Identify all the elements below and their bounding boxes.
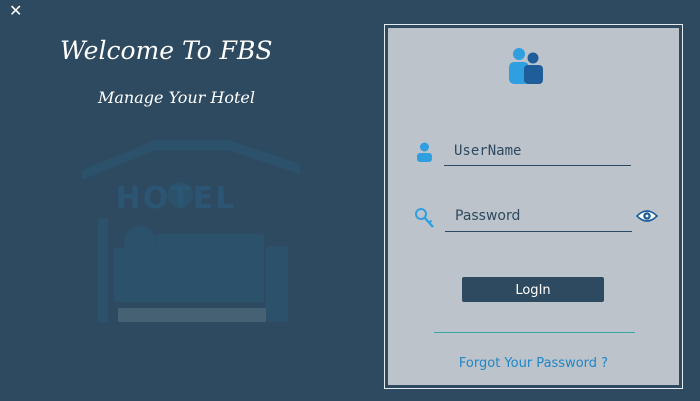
close-button[interactable]: ✕ (9, 2, 22, 20)
username-input[interactable] (454, 141, 630, 161)
login-button[interactable]: LogIn (462, 277, 604, 302)
welcome-title: Welcome To FBS (60, 36, 273, 65)
hotel-icon (82, 140, 300, 322)
tagline: Manage Your Hotel (98, 88, 256, 107)
user-icon (417, 142, 432, 162)
username-underline (444, 165, 631, 166)
forgot-password-link[interactable]: Forgot Your Password ? (388, 356, 679, 371)
users-group-icon (509, 48, 543, 84)
eye-icon[interactable] (636, 208, 658, 224)
divider (434, 332, 635, 333)
hotel-illustration: HOTEL (82, 140, 300, 322)
close-icon: ✕ (9, 1, 23, 20)
hotel-sign-text: HOTEL (116, 181, 237, 216)
password-input[interactable] (455, 206, 631, 226)
password-underline (445, 231, 632, 232)
login-panel: LogIn Forgot Your Password ? (388, 28, 679, 385)
key-icon (415, 208, 434, 228)
